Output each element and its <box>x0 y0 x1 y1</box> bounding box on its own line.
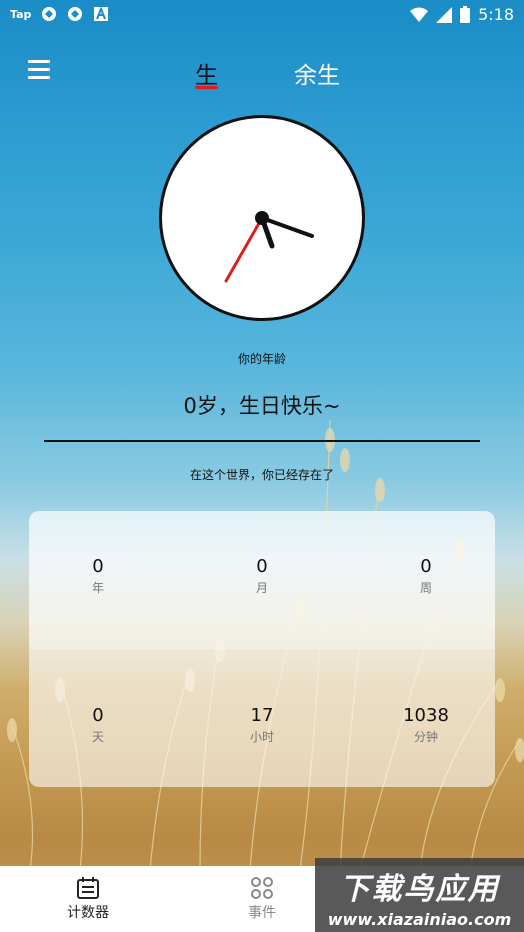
tab-yusheng-label: 余生 <box>294 63 340 89</box>
stats-row: 0 年 0 月 0 周 <box>29 511 495 649</box>
age-value: 0岁，生日快乐~ <box>183 394 341 418</box>
nav-counter-label: 计数器 <box>67 905 109 921</box>
divider <box>44 440 480 442</box>
age-label: 你的年龄 <box>237 352 286 366</box>
stat-years: 0 年 <box>38 556 158 596</box>
shield-icon <box>68 7 83 21</box>
stat-value: 0 <box>256 556 268 577</box>
nav-events-label: 事件 <box>248 905 276 921</box>
stat-value: 0 <box>420 556 432 577</box>
grid-dots-icon <box>251 877 273 899</box>
analog-clock <box>159 115 365 321</box>
tab-sheng[interactable]: 生 <box>195 56 218 90</box>
stat-months: 0 月 <box>202 556 322 596</box>
shield-icon <box>42 7 57 21</box>
clock-center <box>255 211 269 225</box>
stat-weeks: 0 周 <box>366 556 486 596</box>
stat-value: 17 <box>250 705 274 726</box>
stats-card: 0 年 0 月 0 周 0 天 17 小时 1038 分钟 <box>29 511 495 787</box>
nav-events[interactable]: 事件 <box>222 876 302 922</box>
signal-icon <box>436 6 453 23</box>
calendar-icon <box>77 877 99 899</box>
watermark-title: 下载鸟应用 <box>339 872 500 907</box>
battery-icon <box>460 6 471 23</box>
status-time: 5:18 <box>478 5 514 24</box>
stat-days: 0 天 <box>38 705 158 745</box>
wifi-icon <box>410 7 429 22</box>
stat-value: 0 <box>92 556 104 577</box>
stat-unit: 分钟 <box>413 730 438 744</box>
stat-unit: 周 <box>419 581 432 595</box>
stat-unit: 年 <box>91 581 104 595</box>
active-tab-indicator <box>195 86 218 89</box>
watermark: 下载鸟应用 www.xiazainiao.com <box>315 858 524 932</box>
hamburger-icon[interactable] <box>28 60 50 80</box>
stat-value: 1038 <box>403 705 449 726</box>
stats-row: 0 天 17 小时 1038 分钟 <box>29 649 495 787</box>
stat-unit: 小时 <box>249 730 274 744</box>
stat-unit: 天 <box>91 730 104 744</box>
status-bar: Tap 5:18 <box>0 0 524 30</box>
stat-value: 0 <box>92 705 104 726</box>
watermark-url: www.xiazainiao.com <box>327 910 512 929</box>
tab-yusheng[interactable]: 余生 <box>294 56 340 90</box>
existence-label: 在这个世界，你已经存在了 <box>189 468 334 482</box>
status-app-label: Tap <box>10 7 32 21</box>
second-hand <box>224 216 264 283</box>
stat-unit: 月 <box>255 581 268 595</box>
nav-counter[interactable]: 计数器 <box>48 876 128 922</box>
stat-hours: 17 小时 <box>202 705 322 745</box>
a-icon <box>94 6 109 21</box>
stat-minutes: 1038 分钟 <box>366 705 486 745</box>
